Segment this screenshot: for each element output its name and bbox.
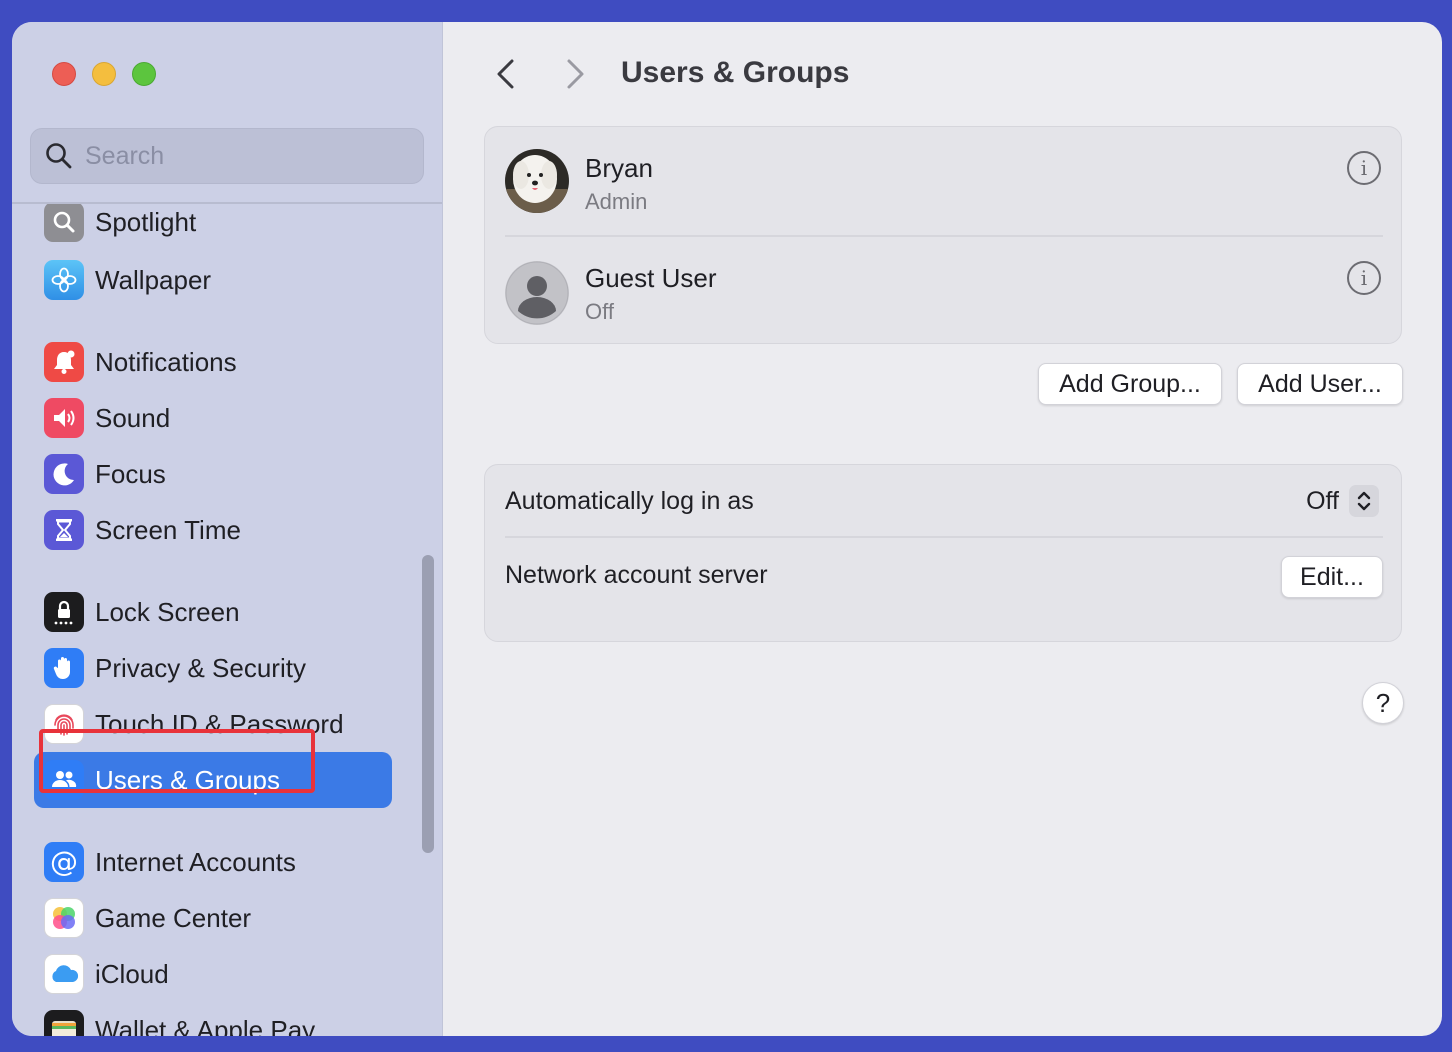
- user-row-guest[interactable]: Guest User Off i: [505, 237, 1383, 345]
- sidebar-item-notifications[interactable]: Notifications: [34, 334, 392, 390]
- sidebar-item-spotlight[interactable]: Spotlight: [34, 202, 392, 250]
- search-icon: [46, 143, 72, 169]
- bell-icon: [44, 342, 84, 382]
- sidebar-item-label: Users & Groups: [95, 764, 280, 795]
- sidebar-item-label: iCloud: [95, 958, 169, 989]
- spotlight-icon: [44, 202, 84, 242]
- sidebar-item-label: Screen Time: [95, 514, 241, 545]
- sidebar-item-sound[interactable]: Sound: [34, 390, 392, 446]
- lock-icon: [44, 592, 84, 632]
- sidebar-item-label: Privacy & Security: [95, 652, 306, 683]
- sidebar-item-label: Spotlight: [95, 206, 197, 237]
- wallet-icon: [44, 1010, 84, 1036]
- help-button[interactable]: ?: [1362, 682, 1404, 724]
- sidebar-item-wallet[interactable]: Wallet & Apple Pay: [34, 1002, 392, 1036]
- sidebar-list: Spotlight Wallpaper Notifications Sound …: [12, 202, 442, 1036]
- sidebar-item-label: Wallpaper: [95, 264, 212, 295]
- edit-button[interactable]: Edit...: [1281, 556, 1383, 598]
- user-name: Guest User: [585, 263, 717, 293]
- speaker-icon: [44, 398, 84, 438]
- sidebar-item-game-center[interactable]: Game Center: [34, 890, 392, 946]
- auto-login-value[interactable]: Off: [1306, 487, 1339, 516]
- sidebar-item-label: Game Center: [95, 902, 252, 933]
- settings-window: Spotlight Wallpaper: [12, 22, 1442, 1036]
- moon-icon: [44, 454, 84, 494]
- auto-login-label: Automatically log in as: [505, 487, 754, 515]
- zoom-button[interactable]: [132, 62, 156, 86]
- sidebar-item-label: Notifications: [95, 346, 237, 377]
- user-name: Bryan: [585, 153, 653, 183]
- sidebar-item-label: Lock Screen: [95, 596, 240, 627]
- info-icon[interactable]: i: [1347, 151, 1381, 185]
- sidebar-item-focus[interactable]: Focus: [34, 446, 392, 502]
- hourglass-icon: [44, 510, 84, 550]
- sidebar-item-screen-time[interactable]: Screen Time: [34, 502, 392, 558]
- sidebar-item-label: Focus: [95, 458, 166, 489]
- at-icon: @: [44, 842, 84, 882]
- sidebar-item-touch-id[interactable]: Touch ID & Password: [34, 696, 392, 752]
- generic-person-avatar: [505, 261, 569, 325]
- sidebar: Spotlight Wallpaper: [12, 22, 443, 1036]
- user-role: Admin: [585, 189, 648, 214]
- info-icon[interactable]: i: [1347, 261, 1381, 295]
- minimize-button[interactable]: [92, 62, 116, 86]
- sidebar-item-label: Sound: [95, 402, 171, 433]
- sidebar-item-icloud[interactable]: iCloud: [34, 946, 392, 1002]
- cloud-icon: [44, 954, 84, 994]
- close-button[interactable]: [52, 62, 76, 86]
- sidebar-item-internet-accounts[interactable]: @ Internet Accounts: [34, 834, 392, 890]
- hand-icon: [44, 648, 84, 688]
- dog-photo-avatar: [505, 149, 569, 213]
- back-arrow-icon[interactable]: [490, 56, 520, 92]
- updown-chevron-icon[interactable]: [1349, 485, 1379, 517]
- users-list: Bryan Admin i Guest User Off i: [484, 126, 1402, 344]
- window-controls: [52, 62, 156, 86]
- forward-arrow-icon[interactable]: [560, 56, 590, 92]
- sidebar-item-label: Internet Accounts: [95, 846, 296, 877]
- users-icon: [44, 760, 84, 800]
- network-server-label: Network account server: [505, 561, 768, 589]
- sidebar-item-label: Touch ID & Password: [95, 708, 344, 739]
- sidebar-item-users-groups[interactable]: Users & Groups: [34, 752, 392, 808]
- sidebar-item-privacy-security[interactable]: Privacy & Security: [34, 640, 392, 696]
- row-separator: [505, 536, 1383, 538]
- search-field[interactable]: [30, 128, 424, 184]
- main-content: Users & Groups Bryan Admin i Guest User …: [444, 22, 1442, 1036]
- search-input[interactable]: [85, 141, 385, 171]
- sidebar-item-lock-screen[interactable]: Lock Screen: [34, 584, 392, 640]
- user-status: Off: [585, 299, 614, 324]
- user-row-bryan[interactable]: Bryan Admin i: [505, 127, 1383, 235]
- page-title: Users & Groups: [621, 56, 850, 89]
- login-settings-card: Automatically log in as Off Network acco…: [484, 464, 1402, 642]
- fingerprint-icon: [44, 704, 84, 744]
- game-center-icon: [44, 898, 84, 938]
- add-user-button[interactable]: Add User...: [1237, 363, 1403, 405]
- sidebar-item-label: Wallet & Apple Pay: [95, 1014, 316, 1037]
- sidebar-scrollbar[interactable]: [422, 555, 434, 853]
- add-group-button[interactable]: Add Group...: [1038, 363, 1222, 405]
- wallpaper-icon: [44, 260, 84, 300]
- sidebar-divider: [12, 202, 442, 204]
- sidebar-item-wallpaper[interactable]: Wallpaper: [34, 252, 392, 308]
